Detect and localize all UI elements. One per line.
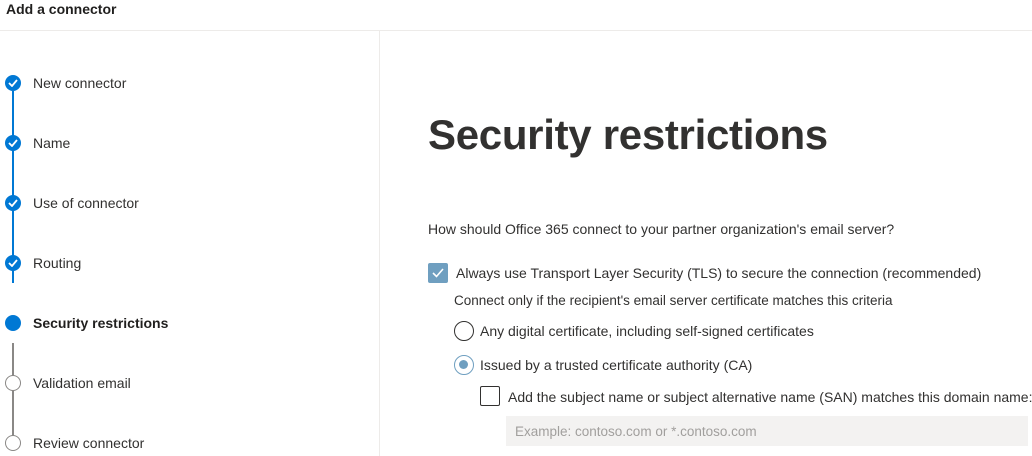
san-checkbox[interactable] xyxy=(480,386,500,406)
empty-circle-icon xyxy=(5,375,21,391)
panel-title: Add a connector xyxy=(6,1,117,17)
step-label: New connector xyxy=(33,75,127,91)
connection-question: How should Office 365 connect to your pa… xyxy=(428,221,895,237)
step-label: Use of connector xyxy=(33,195,139,211)
page-title: Security restrictions xyxy=(428,111,828,158)
step-label: Security restrictions xyxy=(33,315,169,331)
tls-checkbox[interactable] xyxy=(428,263,448,283)
step-label: Routing xyxy=(33,255,82,271)
radio-selected-dot-icon xyxy=(459,360,468,369)
main-content: Security restrictions How should Office … xyxy=(381,31,1032,456)
step-label: Name xyxy=(33,135,71,151)
step-routing[interactable]: Routing xyxy=(0,251,380,275)
radio-trusted-ca[interactable] xyxy=(454,355,474,375)
current-step-dot-icon xyxy=(5,315,21,331)
san-checkbox-label[interactable]: Add the subject name or subject alternat… xyxy=(508,389,1032,405)
radio-trusted-ca-label[interactable]: Issued by a trusted certificate authorit… xyxy=(480,357,752,373)
criteria-description: Connect only if the recipient's email se… xyxy=(454,293,893,308)
wizard-steps-sidebar: New connector Name Use of connector Rout… xyxy=(0,31,380,456)
step-name[interactable]: Name xyxy=(0,131,380,155)
checkmark-icon xyxy=(432,268,444,278)
check-circle-icon xyxy=(5,135,21,151)
step-validation-email[interactable]: Validation email xyxy=(0,371,380,395)
tls-checkbox-label[interactable]: Always use Transport Layer Security (TLS… xyxy=(456,265,981,281)
radio-any-certificate-label[interactable]: Any digital certificate, including self-… xyxy=(480,323,814,339)
step-use-of-connector[interactable]: Use of connector xyxy=(0,191,380,215)
domain-name-input[interactable] xyxy=(506,416,1028,446)
panel-header: Add a connector xyxy=(0,0,1032,31)
check-circle-icon xyxy=(5,195,21,211)
step-security-restrictions[interactable]: Security restrictions xyxy=(0,311,380,335)
radio-any-certificate[interactable] xyxy=(454,321,474,341)
check-circle-icon xyxy=(5,255,21,271)
step-label: Validation email xyxy=(33,375,131,391)
empty-circle-icon xyxy=(5,435,21,451)
check-circle-icon xyxy=(5,75,21,91)
step-review-connector[interactable]: Review connector xyxy=(0,431,380,455)
step-label: Review connector xyxy=(33,435,145,451)
step-new-connector[interactable]: New connector xyxy=(0,71,380,95)
